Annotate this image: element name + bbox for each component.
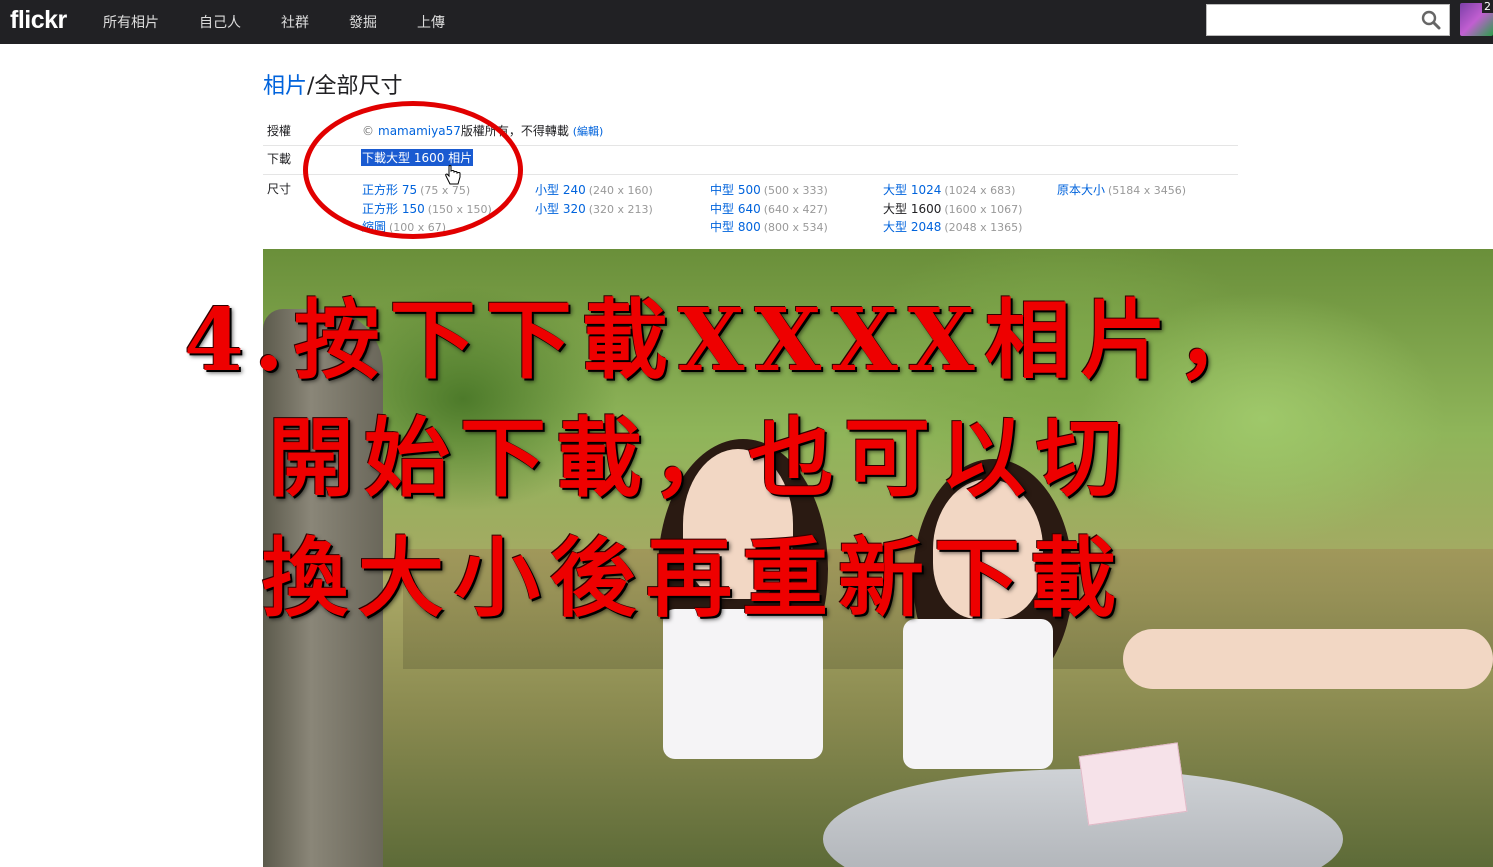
nav-item-upload[interactable]: 上傳 — [417, 12, 445, 32]
size-original[interactable]: 原本大小 (5184 x 3456) — [1057, 181, 1186, 198]
notification-badge[interactable]: 2 — [1482, 0, 1493, 13]
search-icon[interactable] — [1421, 10, 1441, 30]
nav-item-groups[interactable]: 社群 — [281, 12, 309, 32]
size-medium-640[interactable]: 中型 640 (640 x 427) — [710, 200, 828, 217]
nav-item-explore[interactable]: 發掘 — [349, 12, 377, 32]
size-small-240[interactable]: 小型 240 (240 x 160) — [535, 181, 653, 198]
search-input[interactable] — [1206, 4, 1450, 36]
edit-license-link[interactable]: (編輯) — [573, 125, 604, 138]
size-large-2048[interactable]: 大型 2048 (2048 x 1365) — [883, 218, 1022, 235]
nav-item-contacts[interactable]: 自己人 — [199, 12, 241, 32]
sizes-label: 尺寸 — [267, 182, 292, 196]
page-title: 相片/全部尺寸 — [263, 68, 402, 100]
photo-arm — [1123, 629, 1493, 689]
license-label: 授權 — [267, 124, 292, 138]
annotation-circle — [303, 101, 523, 239]
top-nav: flickr 所有相片 自己人 社群 發掘 上傳 2 — [0, 0, 1493, 44]
size-large-1600-current: 大型 1600 (1600 x 1067) — [883, 202, 1023, 216]
size-small-320[interactable]: 小型 320 (320 x 213) — [535, 200, 653, 217]
breadcrumb-photos-link[interactable]: 相片 — [263, 74, 307, 99]
hand-cursor-icon — [445, 165, 461, 185]
download-label: 下載 — [267, 152, 292, 166]
size-medium-500[interactable]: 中型 500 (500 x 333) — [710, 181, 828, 198]
caption-line-2: 開始下載，也可以切 — [268, 408, 1132, 509]
photo-tissue-box — [1078, 742, 1188, 826]
flickr-logo[interactable]: flickr — [10, 6, 67, 35]
caption-line-3: 換大小後再重新下載 — [262, 528, 1126, 629]
photo-person-right-top — [903, 619, 1053, 769]
nav-item-all-photos[interactable]: 所有相片 — [103, 12, 159, 32]
size-medium-800[interactable]: 中型 800 (800 x 534) — [710, 218, 828, 235]
caption-line-1: 4.按下下載XXXX相片， — [184, 290, 1273, 391]
breadcrumb-current: 全部尺寸 — [314, 74, 403, 99]
size-large-1024[interactable]: 大型 1024 (1024 x 683) — [883, 181, 1015, 198]
